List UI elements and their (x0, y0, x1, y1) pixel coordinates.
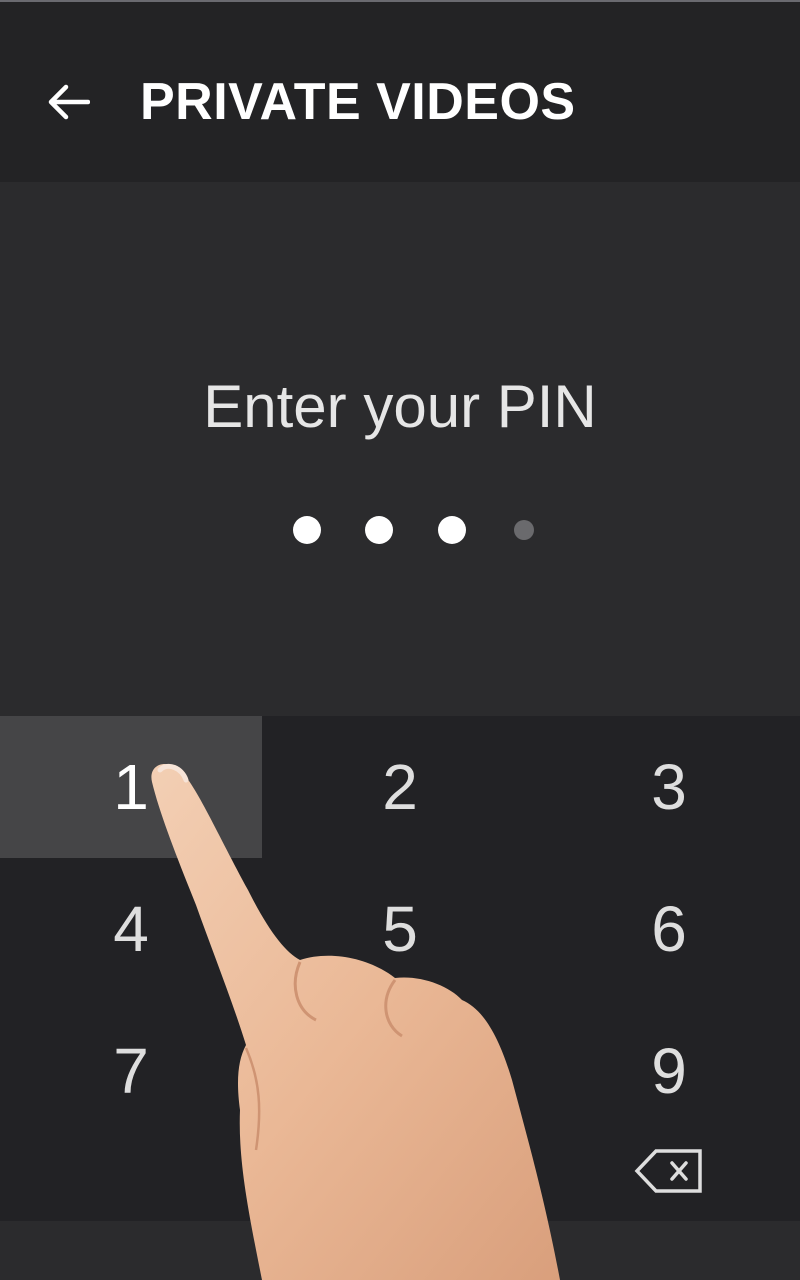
back-button[interactable] (30, 64, 106, 140)
pin-dot-filled (293, 516, 321, 544)
key-3[interactable]: 3 (538, 716, 800, 858)
key-0[interactable]: 0 (269, 1116, 531, 1226)
pin-indicator (0, 516, 800, 546)
page-title: PRIVATE VIDEOS (140, 73, 576, 131)
key-4[interactable]: 4 (0, 858, 262, 1000)
pin-prompt: Enter your PIN (203, 373, 597, 440)
pin-dot-empty (514, 520, 534, 540)
key-5[interactable]: 5 (269, 858, 531, 1000)
backspace-button[interactable] (538, 1116, 800, 1226)
pin-dot-filled (365, 516, 393, 544)
bottom-bar (0, 1221, 800, 1280)
key-6[interactable]: 6 (538, 858, 800, 1000)
key-1[interactable]: 1 (0, 716, 262, 858)
backspace-icon (634, 1149, 702, 1193)
number-keypad: 1 2 3 4 5 6 7 8 9 0 (0, 716, 800, 1221)
app-bar: PRIVATE VIDEOS (0, 0, 800, 182)
key-2[interactable]: 2 (269, 716, 531, 858)
pin-dot-filled (438, 516, 466, 544)
arrow-left-icon (48, 84, 90, 120)
pin-entry-area: Enter your PIN (0, 182, 800, 716)
key-7[interactable]: 7 (0, 1000, 262, 1142)
